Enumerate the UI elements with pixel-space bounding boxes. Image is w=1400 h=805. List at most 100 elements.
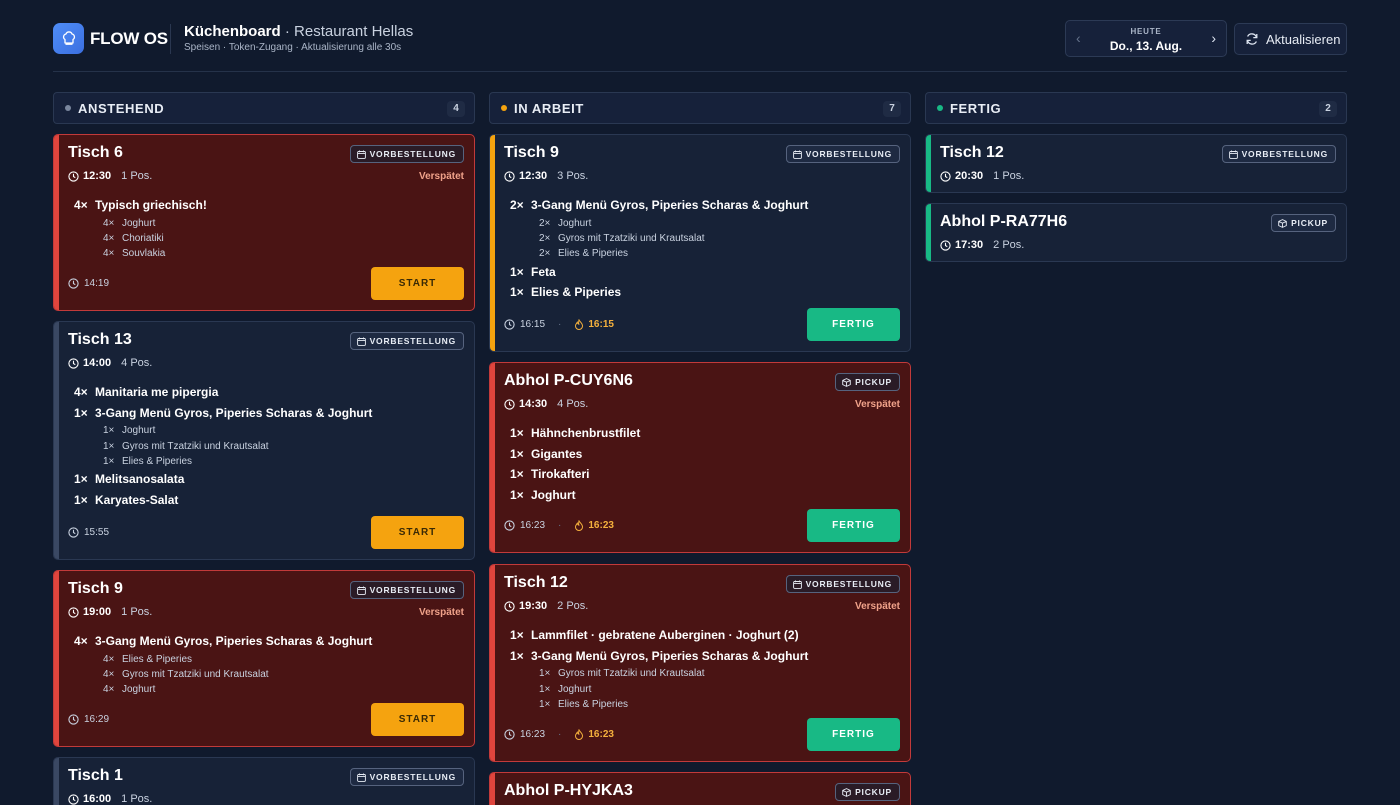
column-title: IN ARBEIT [514,101,584,116]
calendar-icon [1228,150,1238,159]
order-card[interactable]: Tisch 9 VORBESTELLUNG 12:30 3 Pos. 2× 3-G… [489,134,911,352]
position-count: 1 Pos. [121,606,153,618]
order-card[interactable]: Tisch 9 VORBESTELLUNG 19:00 1 Pos. Versp… [53,570,475,747]
order-card[interactable]: Tisch 12 VORBESTELLUNG 19:30 2 Pos. Vers… [489,564,911,762]
status-bar [926,135,931,192]
column-count: 2 [1319,101,1337,117]
chevron-right-icon[interactable]: › [1211,30,1216,46]
order-title: Tisch 9 [504,144,559,161]
date-label: HEUTE [1130,27,1162,36]
calendar-icon [356,150,366,159]
app-header: FLOW OS Küchenboard · Restaurant Hellas … [53,20,1347,60]
column-title: ANSTEHEND [78,101,165,116]
order-items: 2× 3-Gang Menü Gyros, Piperies Scharas & … [510,195,900,303]
list-subitem: 1× Gyros mit Tzatziki und Krautsalat [539,668,705,680]
clock-icon [940,239,951,251]
list-item: 1× Elies & Piperies [510,285,622,300]
badge-label: VORBESTELLUNG [805,149,892,159]
fire-time: 16:15 [588,319,614,330]
done-button[interactable]: FERTIG [807,308,900,341]
status-dot [501,105,507,111]
status-bar [54,758,59,805]
list-item: 1× Melitsanosalata [74,472,185,487]
column-title: FERTIG [950,101,1002,116]
order-title: Tisch 9 [68,580,123,597]
order-time: 12:30 [83,170,112,182]
position-count: 2 Pos. [557,600,589,612]
order-time: 16:00 [83,793,112,805]
calendar-icon [356,773,366,782]
order-meta: 16:00 1 Pos. [68,793,152,805]
status-bar [926,204,931,261]
list-item: 2× 3-Gang Menü Gyros, Piperies Scharas & … [510,198,809,212]
order-meta: 14:30 4 Pos. [504,398,588,410]
status-bar [490,135,495,351]
order-time: 14:30 [519,398,548,410]
position-count: 1 Pos. [993,170,1025,182]
list-subitem: 1× Gyros mit Tzatziki und Krautsalat [103,440,269,452]
column-header-pending: ANSTEHEND 4 [53,92,475,124]
app-logo-text: FLOW OS [90,29,168,48]
list-subitem: 4× Gyros mit Tzatziki und Krautsalat [103,668,269,680]
footer-time: 14:19 [84,278,110,289]
status-bar [490,773,495,805]
preorder-badge: VORBESTELLUNG [785,575,900,593]
done-button[interactable]: FERTIG [807,718,900,751]
late-label: Verspätet [418,171,464,182]
clock-icon [940,170,951,182]
clock-icon [68,793,79,805]
list-item: 4× 3-Gang Menü Gyros, Piperies Scharas & … [74,634,373,648]
status-bar [490,363,495,552]
badge-label: VORBESTELLUNG [1241,149,1328,159]
list-subitem: 1× Joghurt [539,683,592,695]
order-meta: 20:30 1 Pos. [940,170,1024,182]
order-footer: 14:19 [68,278,109,289]
late-label: Verspätet [418,607,464,618]
order-footer: 16:15 · 16:15 [504,319,614,330]
order-card[interactable]: Tisch 6 VORBESTELLUNG 12:30 1 Pos. Versp… [53,134,475,311]
start-button[interactable]: START [371,267,464,300]
order-time: 19:30 [519,600,548,612]
order-card[interactable]: Abhol P-HYJKA3 PICKUP [489,772,911,805]
start-button[interactable]: START [371,703,464,736]
flame-icon [574,319,584,330]
order-footer: 16:23 · 16:23 [504,520,614,531]
order-card[interactable]: Tisch 13 VORBESTELLUNG 14:00 4 Pos. 4× Ma… [53,321,475,560]
preorder-badge: VORBESTELLUNG [1221,145,1336,163]
list-subitem: 1× Elies & Piperies [539,698,629,710]
calendar-icon [792,150,802,159]
refresh-button[interactable]: Aktualisieren [1234,23,1347,55]
order-time: 12:30 [519,170,548,182]
order-footer: 16:23 · 16:23 [504,729,614,740]
badge-label: VORBESTELLUNG [369,336,456,346]
order-title: Abhol P-RA77H6 [940,213,1068,230]
start-button[interactable]: START [371,516,464,549]
calendar-icon [792,580,802,589]
list-item: 1× Joghurt [510,488,576,503]
clock-icon [68,606,79,618]
header-divider-line [53,71,1347,72]
clock-icon [68,278,79,289]
list-subitem: 1× Elies & Piperies [103,455,193,467]
position-count: 1 Pos. [121,170,153,182]
order-footer: 16:29 [68,714,109,725]
done-button[interactable]: FERTIG [807,509,900,542]
order-card[interactable]: Tisch 12 VORBESTELLUNG 20:30 1 Pos. [925,134,1347,193]
list-item: 1× 3-Gang Menü Gyros, Piperies Scharas & … [510,648,809,663]
status-bar [490,565,495,761]
column-count: 7 [883,101,901,117]
order-card[interactable]: Tisch 1 VORBESTELLUNG 16:00 1 Pos. [53,757,475,805]
order-footer: 15:55 [68,527,109,538]
list-subitem: 2× Gyros mit Tzatziki und Krautsalat [539,232,705,244]
badge-label: VORBESTELLUNG [369,772,456,782]
order-title: Abhol P-HYJKA3 [504,782,633,799]
clock-icon [68,527,79,538]
status-bar [54,571,59,746]
clock-icon [504,170,515,182]
fire-time: 16:23 [588,729,614,740]
order-card[interactable]: Abhol P-RA77H6 PICKUP 17:30 2 Pos. [925,203,1347,262]
list-item: 1× Feta [510,264,556,279]
order-items: 1× Lammfilet · gebratene Auberginen · Jog… [510,625,900,712]
position-count: 1 Pos. [121,793,153,805]
order-card[interactable]: Abhol P-CUY6N6 PICKUP 14:30 4 Pos. Versp… [489,362,911,553]
